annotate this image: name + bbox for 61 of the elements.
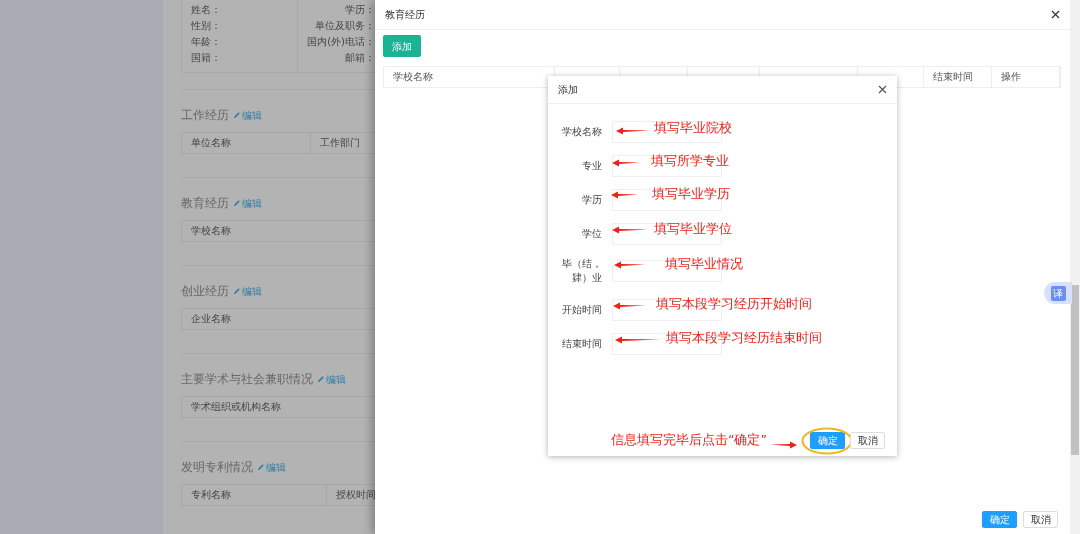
field-label: 单位及职务： <box>314 19 375 33</box>
scrollbar-thumb[interactable] <box>1071 285 1079 455</box>
input-field[interactable] <box>612 299 722 321</box>
field-label: 毕（结，肄）业 <box>562 257 603 285</box>
field-label: 专业 <box>581 159 603 173</box>
field-label: 学位 <box>581 227 603 241</box>
pencil-icon <box>233 111 241 119</box>
annotation-text: 信息填写完毕后点击“确定” <box>611 432 767 448</box>
annotation-text: 填写本段学习经历结束时间 <box>666 330 822 346</box>
field-label: 性别： <box>191 19 222 33</box>
annotation-text: 填写本段学习经历开始时间 <box>656 296 812 312</box>
column-header: 企业名称 <box>190 312 232 326</box>
edit-link[interactable]: 编辑 <box>233 283 262 299</box>
pencil-icon <box>317 375 325 383</box>
close-icon[interactable] <box>878 85 887 94</box>
add-button[interactable]: 添加 <box>383 35 421 57</box>
section-title: 教育经历 <box>181 195 229 212</box>
column-header: 学校名称 <box>190 224 232 238</box>
close-icon[interactable] <box>1051 10 1060 19</box>
section-title: 工作经历 <box>181 107 229 124</box>
field-label: 结束时间 <box>561 337 603 351</box>
cancel-button[interactable]: 取消 <box>1023 511 1058 528</box>
column-header: 工作部门 <box>310 133 369 153</box>
column-header: 结束时间 <box>924 67 993 87</box>
column-header: 专利名称 <box>190 488 232 502</box>
confirm-button[interactable]: 确定 <box>810 432 845 449</box>
field-label: 邮箱： <box>344 51 375 65</box>
edit-link[interactable]: 编辑 <box>317 371 346 387</box>
field-label: 学历： <box>344 3 375 17</box>
section-title: 发明专利情况 <box>181 459 253 476</box>
translate-button[interactable]: 译 <box>1044 282 1072 304</box>
pencil-icon <box>233 287 241 295</box>
arrow <box>611 191 638 199</box>
field-label: 国籍： <box>191 51 222 65</box>
drawer-title: 教育经历 <box>385 8 425 22</box>
field-label: 国内(外)电话： <box>306 35 375 49</box>
dialog-title: 添加 <box>558 83 578 97</box>
annotation-text: 填写所学专业 <box>651 153 729 169</box>
arrow <box>612 159 640 167</box>
column-header: 学术组织或机构名称 <box>190 400 282 414</box>
field-label: 开始时间 <box>561 303 603 317</box>
column-header: 操作 <box>992 67 1060 87</box>
section-title: 创业经历 <box>181 283 229 300</box>
field-label: 学校名称 <box>561 125 603 139</box>
pencil-icon <box>257 463 265 471</box>
edit-link[interactable]: 编辑 <box>233 107 262 123</box>
field-label: 学历 <box>581 193 603 207</box>
column-header: 单位名称 <box>190 136 232 150</box>
cancel-button[interactable]: 取消 <box>850 432 885 449</box>
annotation-text: 填写毕业院校 <box>654 120 732 136</box>
field-label: 年龄： <box>191 35 222 49</box>
field-label: 姓名： <box>191 3 222 17</box>
confirm-button[interactable]: 确定 <box>982 511 1017 528</box>
edit-link[interactable]: 编辑 <box>233 195 262 211</box>
edit-link[interactable]: 编辑 <box>257 459 286 475</box>
annotation-text: 填写毕业学位 <box>654 221 732 237</box>
section-title: 主要学术与社会兼职情况 <box>181 371 313 388</box>
arrow <box>770 441 797 449</box>
annotation-text: 填写毕业情况 <box>665 256 743 272</box>
pencil-icon <box>233 199 241 207</box>
annotation-text: 填写毕业学历 <box>652 186 730 202</box>
